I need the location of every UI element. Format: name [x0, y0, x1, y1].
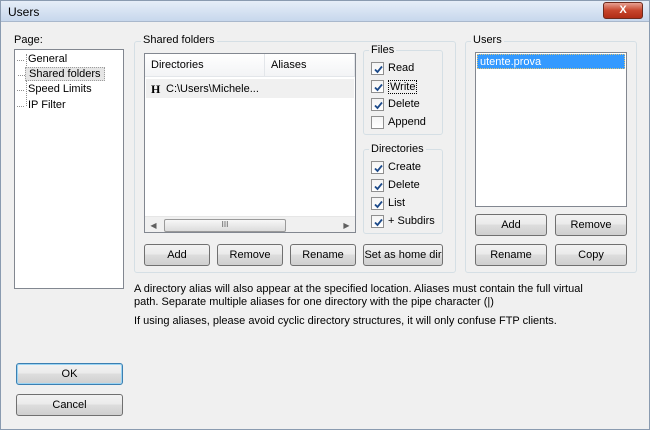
alias-info-line1: A directory alias will also appear at th… — [134, 283, 583, 295]
add-folder-button[interactable]: Add — [144, 244, 210, 266]
cancel-button[interactable]: Cancel — [16, 394, 123, 416]
checkbox-box — [371, 197, 384, 210]
rename-user-button[interactable]: Rename — [475, 244, 547, 266]
checkbox-box — [371, 116, 384, 129]
dirs-subdirs-label: + Subdirs — [388, 215, 435, 227]
checkbox-box — [371, 161, 384, 174]
rename-folder-button[interactable]: Rename — [290, 244, 356, 266]
tree-item-general[interactable]: General — [16, 53, 70, 67]
table-row[interactable]: H C:\Users\Michele... — [146, 79, 354, 98]
column-header-aliases[interactable]: Aliases — [265, 54, 355, 77]
title-bar[interactable]: Users X — [1, 1, 649, 22]
alias-info-line2: path. Separate multiple aliases for one … — [134, 296, 494, 308]
users-title: Users — [471, 34, 504, 46]
column-header-directories[interactable]: Directories — [145, 54, 265, 77]
files-append-label: Append — [388, 116, 426, 128]
directory-path: C:\Users\Michele... — [166, 83, 259, 95]
ok-button[interactable]: OK — [16, 363, 123, 385]
alias-info-line3: If using aliases, please avoid cyclic di… — [134, 315, 557, 327]
tree-item-ip-filter[interactable]: IP Filter — [17, 99, 69, 113]
page-tree[interactable]: General Shared folders Speed Limits IP F… — [14, 49, 124, 289]
files-read-label: Read — [388, 62, 415, 74]
add-user-button[interactable]: Add — [475, 214, 547, 236]
scroll-right-icon[interactable]: ▶ — [338, 217, 355, 232]
close-button[interactable]: X — [603, 2, 643, 19]
dirs-list-label: List — [388, 197, 406, 209]
window-title: Users — [8, 5, 40, 19]
tree-item-shared-folders[interactable]: Shared folders — [18, 67, 105, 81]
dirs-delete-label: Delete — [388, 179, 420, 191]
checkbox-box — [371, 98, 384, 111]
users-dialog: Users X Page: General Shared folders Spe… — [0, 0, 650, 430]
files-title: Files — [369, 44, 397, 56]
remove-folder-button[interactable]: Remove — [217, 244, 283, 266]
scroll-thumb[interactable]: III — [164, 219, 286, 232]
dirs-create-label: Create — [388, 161, 422, 173]
set-home-dir-button[interactable]: Set as home dir — [363, 244, 443, 266]
page-label: Page: — [14, 34, 43, 46]
horizontal-scrollbar[interactable]: ◀ III ▶ — [145, 216, 355, 232]
tree-item-speed-limits[interactable]: Speed Limits — [17, 83, 95, 97]
scroll-left-icon[interactable]: ◀ — [145, 217, 162, 232]
remove-user-button[interactable]: Remove — [555, 214, 627, 236]
users-list[interactable]: utente.prova — [475, 52, 627, 207]
files-write-label: Write — [388, 80, 418, 94]
checkbox-box — [371, 80, 384, 93]
shared-folders-list[interactable]: Directories Aliases H C:\Users\Michele..… — [144, 53, 356, 233]
shared-folders-title: Shared folders — [141, 34, 217, 46]
checkbox-box — [371, 179, 384, 192]
files-delete-label: Delete — [388, 98, 420, 110]
list-item[interactable]: utente.prova — [477, 54, 625, 69]
directories-title: Directories — [369, 143, 426, 155]
copy-user-button[interactable]: Copy — [555, 244, 627, 266]
checkbox-box — [371, 215, 384, 228]
home-directory-icon: H — [151, 82, 161, 96]
checkbox-box — [371, 62, 384, 75]
list-header: Directories Aliases — [145, 54, 355, 77]
